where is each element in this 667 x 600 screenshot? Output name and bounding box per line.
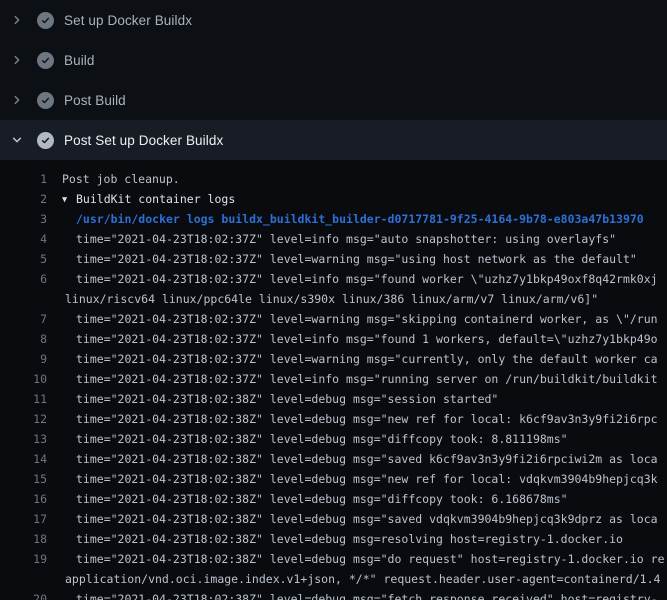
log-text: time="2021-04-23T18:02:38Z" level=debug … <box>47 409 667 429</box>
chevron-down-icon <box>11 134 23 146</box>
section-label: Post Build <box>64 93 126 108</box>
log-line-12: 12time="2021-04-23T18:02:38Z" level=debu… <box>0 409 667 429</box>
log-text: time="2021-04-23T18:02:38Z" level=debug … <box>47 529 667 549</box>
log-text: time="2021-04-23T18:02:37Z" level=warnin… <box>47 349 667 369</box>
log-line-1: 1Post job cleanup. <box>0 169 667 189</box>
log-text: time="2021-04-23T18:02:38Z" level=debug … <box>47 469 667 489</box>
line-number[interactable]: 8 <box>0 329 47 349</box>
log-text: time="2021-04-23T18:02:38Z" level=debug … <box>47 589 667 600</box>
line-number[interactable]: 17 <box>0 509 47 529</box>
log-line-10: 10time="2021-04-23T18:02:37Z" level=info… <box>0 369 667 389</box>
log-section-post-build[interactable]: Post Build <box>0 80 667 120</box>
log-text: Post job cleanup. <box>47 169 667 189</box>
log-line-6: 6time="2021-04-23T18:02:37Z" level=info … <box>0 269 667 289</box>
check-circle-icon <box>37 132 54 149</box>
line-number[interactable]: 16 <box>0 489 47 509</box>
log-text: time="2021-04-23T18:02:37Z" level=info m… <box>47 269 667 289</box>
section-label: Build <box>64 53 95 68</box>
log-section-build[interactable]: Build <box>0 40 667 80</box>
log-section-set-up-docker-buildx[interactable]: Set up Docker Buildx <box>0 0 667 40</box>
section-label: Post Set up Docker Buildx <box>64 133 223 148</box>
log-text: time="2021-04-23T18:02:37Z" level=info m… <box>47 329 667 349</box>
log-line-14: 14time="2021-04-23T18:02:38Z" level=debu… <box>0 449 667 469</box>
log-text: application/vnd.oci.image.index.v1+json,… <box>47 569 667 589</box>
check-circle-icon <box>37 92 54 109</box>
log-line-2: 2▼BuildKit container logs <box>0 189 667 209</box>
log-text: linux/riscv64 linux/ppc64le linux/s390x … <box>47 289 667 309</box>
group-expanded-triangle-icon: ▼ <box>62 190 76 209</box>
chevron-right-icon <box>11 54 23 66</box>
log-line-19: 19time="2021-04-23T18:02:38Z" level=debu… <box>0 549 667 569</box>
line-number[interactable]: 3 <box>0 209 47 229</box>
line-number <box>0 289 47 309</box>
log-text: time="2021-04-23T18:02:37Z" level=warnin… <box>47 249 667 269</box>
log-line-7: 7time="2021-04-23T18:02:37Z" level=warni… <box>0 309 667 329</box>
log-text: time="2021-04-23T18:02:38Z" level=debug … <box>47 549 667 569</box>
log-text: time="2021-04-23T18:02:37Z" level=info m… <box>47 369 667 389</box>
section-label: Set up Docker Buildx <box>64 13 192 28</box>
log-line-13: 13time="2021-04-23T18:02:38Z" level=debu… <box>0 429 667 449</box>
log-section-post-set-up-docker-buildx[interactable]: Post Set up Docker Buildx <box>0 120 667 160</box>
line-number[interactable]: 19 <box>0 549 47 569</box>
log-group-toggle[interactable]: ▼BuildKit container logs <box>47 189 667 209</box>
line-number[interactable]: 15 <box>0 469 47 489</box>
line-number[interactable]: 4 <box>0 229 47 249</box>
line-number[interactable]: 7 <box>0 309 47 329</box>
log-text: time="2021-04-23T18:02:37Z" level=info m… <box>47 229 667 249</box>
log-line-continuation: linux/riscv64 linux/ppc64le linux/s390x … <box>0 289 667 309</box>
log-group-title: BuildKit container logs <box>76 192 235 206</box>
line-number[interactable]: 11 <box>0 389 47 409</box>
line-number[interactable]: 18 <box>0 529 47 549</box>
log-text: time="2021-04-23T18:02:38Z" level=debug … <box>47 449 667 469</box>
check-circle-icon <box>37 52 54 69</box>
log-line-11: 11time="2021-04-23T18:02:38Z" level=debu… <box>0 389 667 409</box>
log-line-5: 5time="2021-04-23T18:02:37Z" level=warni… <box>0 249 667 269</box>
line-number <box>0 569 47 589</box>
log-line-16: 16time="2021-04-23T18:02:38Z" level=debu… <box>0 489 667 509</box>
line-number[interactable]: 13 <box>0 429 47 449</box>
log-line-15: 15time="2021-04-23T18:02:38Z" level=debu… <box>0 469 667 489</box>
chevron-right-icon <box>11 94 23 106</box>
log-line-continuation: application/vnd.oci.image.index.v1+json,… <box>0 569 667 589</box>
log-line-3: 3/usr/bin/docker logs buildx_buildkit_bu… <box>0 209 667 229</box>
expanded-log-area: 1Post job cleanup.2▼BuildKit container l… <box>0 160 667 600</box>
log-line-17: 17time="2021-04-23T18:02:38Z" level=debu… <box>0 509 667 529</box>
line-number[interactable]: 14 <box>0 449 47 469</box>
log-line-8: 8time="2021-04-23T18:02:37Z" level=info … <box>0 329 667 349</box>
log-sections-list: Set up Docker Buildx Build Post Build Post … <box>0 0 667 160</box>
log-line-4: 4time="2021-04-23T18:02:37Z" level=info … <box>0 229 667 249</box>
log-text: time="2021-04-23T18:02:37Z" level=warnin… <box>47 309 667 329</box>
line-number[interactable]: 5 <box>0 249 47 269</box>
log-line-18: 18time="2021-04-23T18:02:38Z" level=debu… <box>0 529 667 549</box>
log-command-text: /usr/bin/docker logs buildx_buildkit_bui… <box>47 209 667 229</box>
log-text: time="2021-04-23T18:02:38Z" level=debug … <box>47 429 667 449</box>
log-text: time="2021-04-23T18:02:38Z" level=debug … <box>47 509 667 529</box>
line-number[interactable]: 6 <box>0 269 47 289</box>
line-number[interactable]: 1 <box>0 169 47 189</box>
line-number[interactable]: 10 <box>0 369 47 389</box>
line-number[interactable]: 2 <box>0 189 47 209</box>
log-line-9: 9time="2021-04-23T18:02:37Z" level=warni… <box>0 349 667 369</box>
check-circle-icon <box>37 12 54 29</box>
workflow-log-viewer: Set up Docker Buildx Build Post Build Post … <box>0 0 667 600</box>
log-text: time="2021-04-23T18:02:38Z" level=debug … <box>47 389 667 409</box>
log-line-20: 20time="2021-04-23T18:02:38Z" level=debu… <box>0 589 667 600</box>
line-number[interactable]: 9 <box>0 349 47 369</box>
line-number[interactable]: 20 <box>0 589 47 600</box>
line-number[interactable]: 12 <box>0 409 47 429</box>
log-text: time="2021-04-23T18:02:38Z" level=debug … <box>47 489 667 509</box>
chevron-right-icon <box>11 14 23 26</box>
